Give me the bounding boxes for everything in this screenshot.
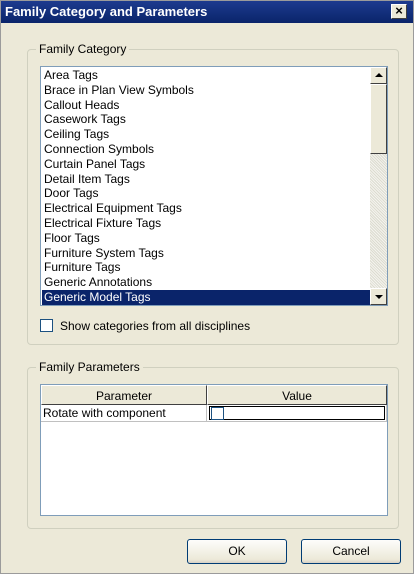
family-category-label: Family Category: [36, 42, 130, 56]
family-category-dialog: Family Category and Parameters × Family …: [0, 0, 414, 574]
scroll-up-button[interactable]: [370, 67, 387, 84]
category-list-item[interactable]: Brace in Plan View Symbols: [42, 83, 372, 98]
category-list-item[interactable]: Furniture System Tags: [42, 246, 372, 261]
category-list-item[interactable]: Curtain Panel Tags: [42, 157, 372, 172]
category-listbox[interactable]: Area Tags Brace in Plan View Symbols Callo…: [40, 66, 388, 306]
value-column-header[interactable]: Value: [207, 385, 387, 405]
vertical-scrollbar[interactable]: [370, 67, 387, 305]
category-list-item[interactable]: Generic Annotations: [42, 275, 372, 290]
scroll-down-button[interactable]: [370, 288, 387, 305]
rotate-with-component-checkbox[interactable]: [211, 407, 224, 420]
category-list-item[interactable]: Casework Tags: [42, 112, 372, 127]
category-list-item[interactable]: Floor Tags: [42, 231, 372, 246]
parameters-table: Parameter Value Rotate with component: [40, 384, 388, 516]
category-list-item[interactable]: Electrical Equipment Tags: [42, 201, 372, 216]
cancel-button[interactable]: Cancel: [301, 539, 401, 564]
rotate-with-component-value-cell[interactable]: [207, 405, 387, 422]
category-list-item[interactable]: Door Tags: [42, 186, 372, 201]
family-parameters-group: Family Parameters Parameter Value Rotate…: [27, 360, 399, 529]
show-all-disciplines-label: Show categories from all disciplines: [60, 319, 251, 333]
family-parameters-label: Family Parameters: [36, 360, 143, 374]
show-all-disciplines-checkbox[interactable]: [40, 319, 53, 332]
arrow-down-icon: [375, 295, 383, 299]
close-icon: ×: [395, 3, 403, 18]
ok-button[interactable]: OK: [187, 539, 287, 564]
category-list-item[interactable]: Generic Model Tags: [42, 290, 372, 305]
scroll-thumb[interactable]: [370, 84, 387, 154]
title-bar[interactable]: Family Category and Parameters ×: [1, 1, 413, 23]
category-list-item[interactable]: Connection Symbols: [42, 142, 372, 157]
category-list-item[interactable]: Furniture Tags: [42, 260, 372, 275]
rotate-with-component-cell: Rotate with component: [41, 405, 207, 422]
category-list-item[interactable]: Area Tags: [42, 68, 372, 83]
family-category-group: Family Category Area Tags Brace in Plan V…: [27, 42, 399, 345]
category-list-item[interactable]: Electrical Fixture Tags: [42, 216, 372, 231]
parameter-column-header[interactable]: Parameter: [41, 385, 207, 405]
category-list-item[interactable]: Ceiling Tags: [42, 127, 372, 142]
category-list-item[interactable]: Detail Item Tags: [42, 172, 372, 187]
focus-rectangle: [209, 406, 385, 420]
arrow-up-icon: [375, 73, 383, 77]
close-button[interactable]: ×: [391, 4, 407, 19]
dialog-title: Family Category and Parameters: [5, 4, 208, 19]
category-list-item[interactable]: Callout Heads: [42, 98, 372, 113]
